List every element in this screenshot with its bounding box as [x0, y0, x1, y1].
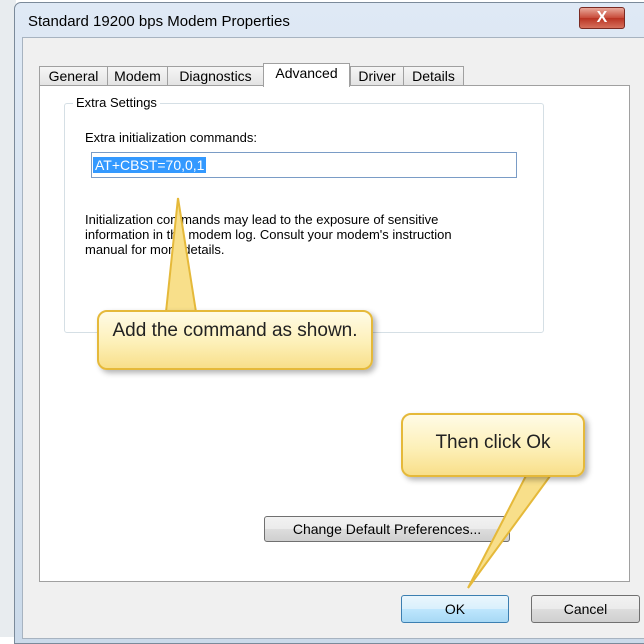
tab-details[interactable]: Details — [403, 66, 464, 86]
change-default-preferences-button[interactable]: Change Default Preferences... — [264, 516, 510, 542]
command-value: AT+CBST=70,0,1 — [93, 157, 207, 173]
title-bar[interactable]: Standard 19200 bps Modem Properties X — [15, 3, 644, 37]
tab-driver[interactable]: Driver — [350, 66, 404, 86]
callout-click-ok: Then click Ok — [401, 413, 585, 477]
cancel-button[interactable]: Cancel — [531, 595, 640, 623]
info-text: Initialization commands may lead to the … — [85, 212, 452, 257]
group-title: Extra Settings — [73, 95, 160, 110]
extra-init-commands-label: Extra initialization commands: — [85, 130, 257, 145]
tab-general[interactable]: General — [39, 66, 108, 86]
close-button[interactable]: X — [579, 7, 625, 29]
window-title: Standard 19200 bps Modem Properties — [28, 13, 290, 30]
ok-button[interactable]: OK — [401, 595, 509, 623]
extra-settings-group: Extra Settings Extra initialization comm… — [64, 95, 544, 333]
extra-init-commands-input[interactable]: AT+CBST=70,0,1 — [91, 152, 517, 178]
close-icon: X — [596, 9, 608, 26]
callout-add-command: Add the command as shown. — [97, 310, 373, 370]
tab-modem[interactable]: Modem — [107, 66, 168, 86]
tab-diagnostics[interactable]: Diagnostics — [167, 66, 264, 86]
tab-advanced[interactable]: Advanced — [263, 63, 350, 87]
